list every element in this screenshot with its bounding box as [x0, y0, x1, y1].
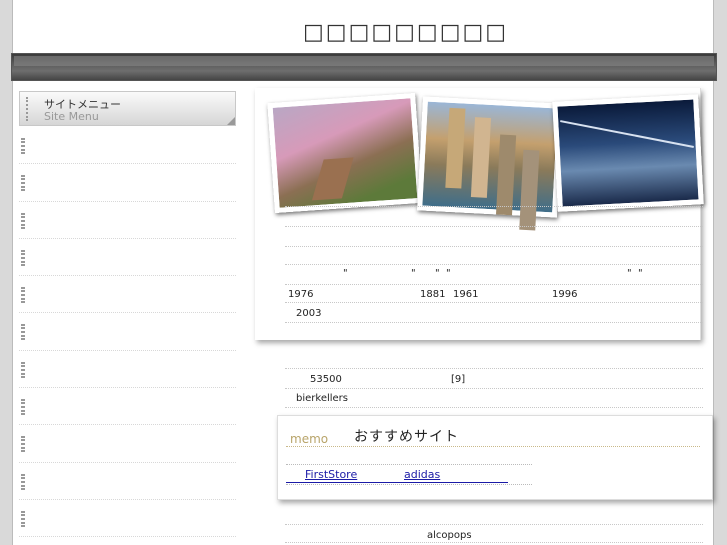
quote-mark: " — [411, 268, 416, 279]
quote-mark: " — [446, 268, 451, 279]
grip-dots-icon — [21, 436, 25, 453]
sidebar-item-3[interactable] — [19, 202, 236, 239]
site-title: □□□□□□□□□ — [303, 20, 509, 45]
quote-mark: " — [627, 268, 632, 279]
grip-dots-icon — [21, 399, 25, 416]
text-rule — [285, 246, 703, 247]
word-text: bierkellers — [296, 393, 349, 404]
memo-title: おすすめサイト — [354, 429, 459, 445]
sidebar-item-2[interactable] — [19, 164, 236, 202]
text-rule — [285, 388, 703, 389]
sidebar-item-5[interactable] — [19, 276, 236, 314]
grip-dots-icon — [21, 361, 25, 378]
text-rule — [285, 322, 703, 323]
year-text: 2003 — [296, 308, 322, 319]
text-rule — [285, 407, 703, 408]
text-rule — [285, 302, 703, 303]
memo-rule — [286, 464, 532, 465]
sidebar-item-1[interactable] — [19, 127, 236, 165]
grip-dots-icon — [21, 287, 25, 304]
text-rule — [285, 368, 703, 369]
text-rule — [285, 542, 703, 543]
site-menu-list — [19, 127, 236, 538]
quote-mark: " — [435, 268, 440, 279]
text-rule — [285, 206, 703, 207]
sidebar-item-6[interactable] — [19, 313, 236, 351]
grip-dots-icon — [21, 175, 25, 192]
grip-dots-icon — [21, 249, 25, 266]
year-text: 1881 — [420, 289, 446, 300]
quote-mark: " — [343, 268, 348, 279]
page-container: □□□□□□□□□ サイトメニュー Site Menu " " " " " " … — [11, 0, 717, 545]
top-navigation-bar — [11, 53, 717, 81]
beach-hotels-photo — [417, 96, 563, 218]
text-rule — [285, 524, 703, 525]
quote-mark: " — [638, 268, 643, 279]
year-text: 1961 — [453, 289, 479, 300]
text-rule — [285, 264, 703, 265]
year-text: 1976 — [288, 289, 314, 300]
corner-fold-icon — [227, 117, 235, 125]
sidebar-item-10[interactable] — [19, 463, 236, 500]
grip-dots-icon — [21, 212, 25, 229]
word-text: alcopops — [427, 530, 472, 541]
sidebar-item-4[interactable] — [19, 239, 236, 277]
text-rule — [285, 226, 703, 227]
year-text: 1996 — [552, 289, 578, 300]
site-menu-heading-en: Site Menu — [44, 110, 99, 123]
grip-dots-icon — [21, 138, 25, 154]
sidebar-item-7[interactable] — [19, 351, 236, 389]
cherry-blossom-photo — [267, 92, 423, 214]
grip-dots-icon — [21, 324, 25, 341]
night-bridge-photo — [552, 94, 704, 212]
grip-dots-icon — [21, 510, 25, 527]
text-rule — [285, 284, 703, 285]
number-text: 53500 — [310, 374, 342, 385]
footnote-ref: [9] — [451, 374, 466, 385]
link-adidas[interactable]: adidas — [404, 468, 440, 481]
link-firststore[interactable]: FirstStore — [305, 468, 357, 481]
site-menu-header: サイトメニュー Site Menu — [19, 91, 236, 126]
grip-dots-icon — [21, 473, 25, 490]
memo-box: memo おすすめサイト FirstStore adidas — [277, 415, 713, 500]
link-underline — [286, 482, 508, 483]
sidebar-item-8[interactable] — [19, 388, 236, 426]
memo-rule — [286, 484, 532, 485]
sidebar-item-9[interactable] — [19, 425, 236, 463]
memo-underline — [286, 446, 700, 447]
sidebar-item-11[interactable] — [19, 500, 236, 538]
memo-label: memo — [290, 432, 329, 446]
